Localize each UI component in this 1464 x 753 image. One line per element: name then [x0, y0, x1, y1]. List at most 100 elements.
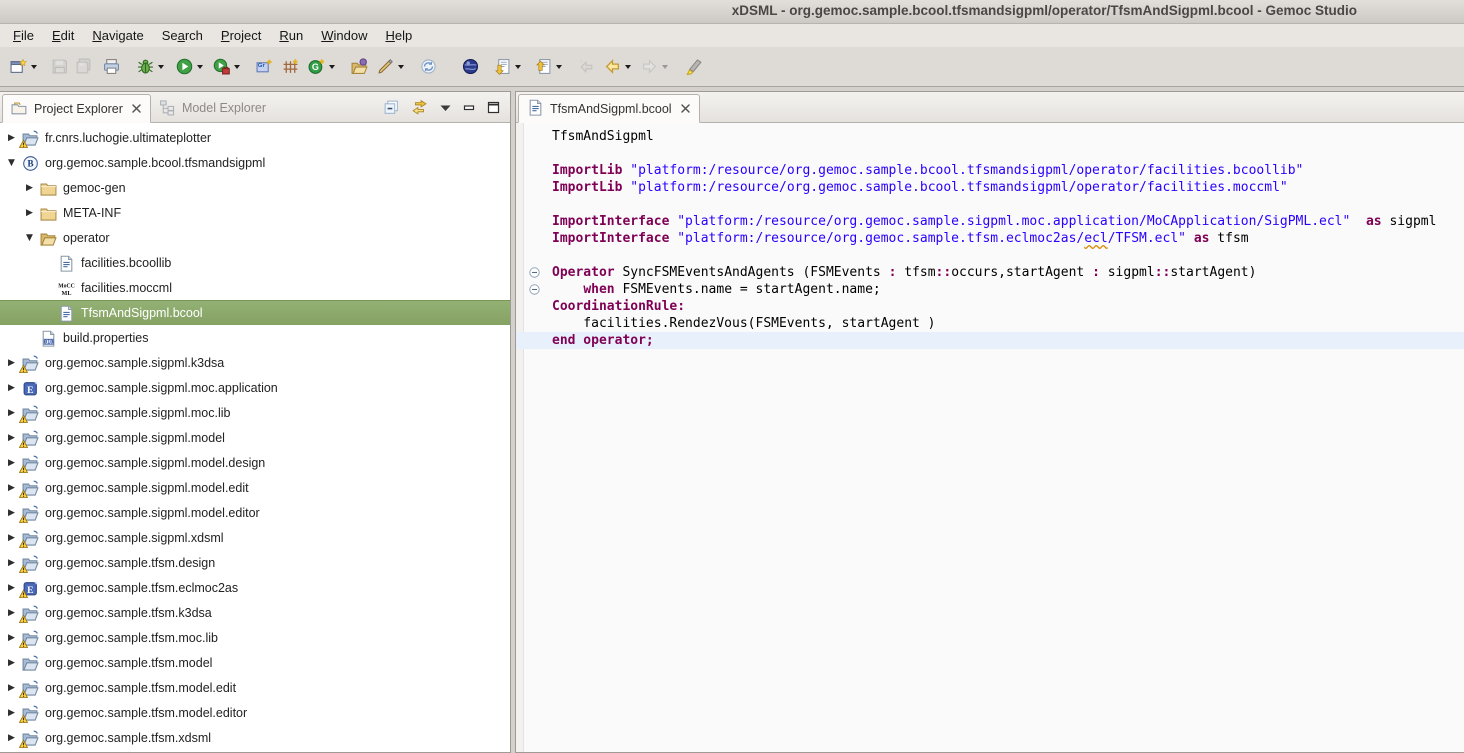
editor-tab-tfsmandsigpml[interactable]: TfsmAndSigpml.bcool	[518, 94, 700, 123]
tree-item-facilities-bcoollib[interactable]: facilities.bcoollib	[0, 250, 510, 275]
highlighter-button[interactable]	[682, 55, 706, 79]
expand-arrow-icon[interactable]: ▶	[26, 183, 40, 193]
maximize-button[interactable]	[487, 101, 500, 114]
back-button-dropdown[interactable]	[625, 65, 631, 69]
viewpoint-selection-button-dropdown[interactable]	[398, 65, 404, 69]
web-browser-button[interactable]	[458, 55, 482, 79]
tree-item-org-gemoc-sample-sigpml-k3dsa[interactable]: ▶org.gemoc.sample.sigpml.k3dsa	[0, 350, 510, 375]
refresh-representation-button[interactable]	[416, 55, 440, 79]
view-menu-button[interactable]	[439, 103, 452, 113]
tree-item-org-gemoc-sample-tfsm-model[interactable]: ▶ org.gemoc.sample.tfsm.model	[0, 650, 510, 675]
tree-item-meta-inf[interactable]: ▶META-INF	[0, 200, 510, 225]
project-tree[interactable]: ▶fr.cnrs.luchogie.ultimateplotter ▼ Borg.g…	[0, 123, 510, 752]
tree-item-org-gemoc-sample-tfsm-eclmoc2as[interactable]: ▶Eorg.gemoc.sample.tfsm.eclmoc2as	[0, 575, 510, 600]
run-button[interactable]	[172, 55, 196, 79]
minimize-button[interactable]	[463, 102, 476, 113]
menu-help[interactable]: Help	[376, 26, 421, 45]
new-gemoc-project-icon: G	[308, 58, 325, 75]
code-line	[516, 247, 1464, 264]
menu-file[interactable]: File	[4, 26, 43, 45]
tree-item-org-gemoc-sample-sigpml-model-design[interactable]: ▶org.gemoc.sample.sigpml.model.design	[0, 450, 510, 475]
save-button	[47, 55, 71, 79]
external-tools-icon	[213, 58, 230, 75]
collapse-arrow-icon[interactable]: ▼	[8, 158, 22, 168]
tree-item-org-gemoc-sample-sigpml-moc-lib[interactable]: ▶org.gemoc.sample.sigpml.moc.lib	[0, 400, 510, 425]
collapse-all-button[interactable]	[383, 99, 400, 116]
tree-item-label: TfsmAndSigpml.bcool	[81, 306, 203, 320]
expand-arrow-icon[interactable]: ▶	[26, 208, 40, 218]
new-gemoc-project-button-dropdown[interactable]	[329, 65, 335, 69]
tree-item-org-gemoc-sample-tfsm-k3dsa[interactable]: ▶org.gemoc.sample.tfsm.k3dsa	[0, 600, 510, 625]
new-gemoc-project-button[interactable]: G	[304, 55, 328, 79]
new-wizard-button-dropdown[interactable]	[31, 65, 37, 69]
tree-item-label: org.gemoc.sample.tfsm.model	[45, 656, 212, 670]
model-explorer-icon	[159, 99, 176, 116]
tree-item-org-gemoc-sample-sigpml-model[interactable]: ▶org.gemoc.sample.sigpml.model	[0, 425, 510, 450]
tree-item-org-gemoc-sample-sigpml-moc-application[interactable]: ▶Eorg.gemoc.sample.sigpml.moc.applicatio…	[0, 375, 510, 400]
expand-arrow-icon[interactable]: ▶	[8, 658, 22, 668]
world-icon	[462, 58, 479, 75]
external-tools-button-dropdown[interactable]	[234, 65, 240, 69]
fold-collapse-icon[interactable]	[529, 284, 540, 295]
tree-item-org-gemoc-sample-tfsm-model-edit[interactable]: ▶org.gemoc.sample.tfsm.model.edit	[0, 675, 510, 700]
new-modeling-project-button[interactable]	[278, 55, 302, 79]
tree-item-org-gemoc-sample-tfsm-xdsml[interactable]: ▶org.gemoc.sample.tfsm.xdsml	[0, 725, 510, 750]
viewpoint-selection-button[interactable]	[373, 55, 397, 79]
collapse-arrow-icon[interactable]: ▼	[26, 233, 40, 243]
tree-item-org-gemoc-sample-sigpml-model-edit[interactable]: ▶org.gemoc.sample.sigpml.model.edit	[0, 475, 510, 500]
bcool-file-icon	[527, 99, 544, 119]
new-representation-button[interactable]: Gr	[252, 55, 276, 79]
next-annotation-button-dropdown[interactable]	[515, 65, 521, 69]
code-line: facilities.RendezVous(FSMEvents, startAg…	[516, 315, 1464, 332]
tree-item-org-gemoc-sample-tfsm-moc-lib[interactable]: ▶org.gemoc.sample.tfsm.moc.lib	[0, 625, 510, 650]
code-editor[interactable]: TfsmAndSigpmlImportLib "platform:/resour…	[516, 123, 1464, 752]
fold-collapse-icon[interactable]	[529, 267, 540, 278]
tree-item-facilities-moccml[interactable]: MoCCMLfacilities.moccml	[0, 275, 510, 300]
main-toolbar: Gr G	[0, 47, 1464, 87]
tab-close-icon[interactable]	[131, 103, 142, 114]
tree-item-label: org.gemoc.sample.tfsm.eclmoc2as	[45, 581, 238, 595]
svg-text:Gr: Gr	[257, 63, 265, 69]
svg-text:G: G	[311, 62, 318, 72]
tree-item-tfsmandsigpml-bcool[interactable]: TfsmAndSigpml.bcool	[0, 300, 510, 325]
project-icon	[22, 130, 39, 146]
view-tab-project-explorer[interactable]: Project Explorer	[2, 94, 151, 123]
bcool-project-icon: B	[22, 155, 39, 171]
menu-navigate[interactable]: Navigate	[83, 26, 152, 45]
debug-button-dropdown[interactable]	[158, 65, 164, 69]
debug-button[interactable]	[133, 55, 157, 79]
back-button[interactable]	[600, 55, 624, 79]
previous-annotation-button[interactable]	[531, 55, 555, 79]
new-wizard-button[interactable]	[6, 55, 30, 79]
tree-item-operator[interactable]: ▼operator	[0, 225, 510, 250]
tree-item-label: org.gemoc.sample.sigpml.model	[45, 431, 225, 445]
svg-text:ML: ML	[62, 290, 72, 296]
tree-item-org-gemoc-sample-sigpml-model-editor[interactable]: ▶org.gemoc.sample.sigpml.model.editor	[0, 500, 510, 525]
tree-item-org-gemoc-sample-sigpml-xdsml[interactable]: ▶org.gemoc.sample.sigpml.xdsml	[0, 525, 510, 550]
tree-item-org-gemoc-sample-tfsm-model-editor[interactable]: ▶org.gemoc.sample.tfsm.model.editor	[0, 700, 510, 725]
run-button-dropdown[interactable]	[197, 65, 203, 69]
next-annotation-button[interactable]	[490, 55, 514, 79]
tree-item-org-gemoc-sample-bcool-tfsmandsigpml[interactable]: ▼Borg.gemoc.sample.bcool.tfsmandsigpml	[0, 150, 510, 175]
tree-item-label: org.gemoc.sample.sigpml.moc.lib	[45, 406, 231, 420]
previous-annotation-button-dropdown[interactable]	[556, 65, 562, 69]
menu-run[interactable]: Run	[270, 26, 312, 45]
tree-item-org-gemoc-sample-tfsm-design[interactable]: ▶org.gemoc.sample.tfsm.design	[0, 550, 510, 575]
menu-window[interactable]: Window	[312, 26, 376, 45]
menu-project[interactable]: Project	[212, 26, 270, 45]
view-tab-model-explorer[interactable]: Model Explorer	[151, 93, 274, 122]
tree-item-build-properties[interactable]: 010build.properties	[0, 325, 510, 350]
tree-item-fr-cnrs-luchogie-ultimateplotter[interactable]: ▶fr.cnrs.luchogie.ultimateplotter	[0, 125, 510, 150]
expand-arrow-icon[interactable]: ▶	[8, 383, 22, 393]
link-with-editor-button[interactable]	[411, 99, 428, 116]
external-tools-button[interactable]	[209, 55, 233, 79]
open-artifact-button[interactable]	[347, 55, 371, 79]
print-button[interactable]	[99, 55, 123, 79]
code-line: Operator SyncFSMEventsAndAgents (FSMEven…	[516, 264, 1464, 281]
svg-text:B: B	[27, 158, 33, 168]
tree-item-gemoc-gen[interactable]: ▶gemoc-gen	[0, 175, 510, 200]
menu-search[interactable]: Search	[153, 26, 212, 45]
project-icon	[22, 705, 39, 721]
menu-edit[interactable]: Edit	[43, 26, 83, 45]
tab-close-icon[interactable]	[680, 103, 691, 114]
